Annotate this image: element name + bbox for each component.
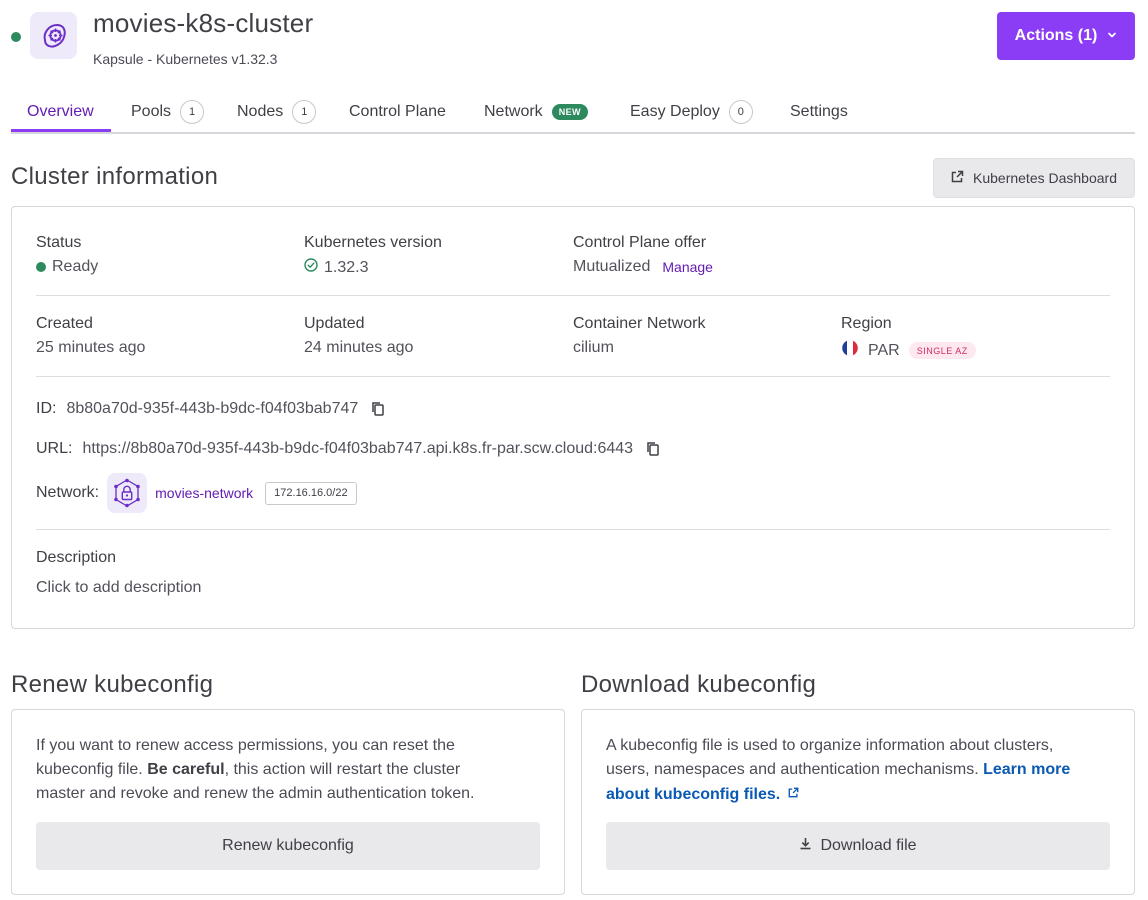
tab-easy-deploy[interactable]: Easy Deploy 0 bbox=[630, 92, 753, 132]
copy-icon[interactable] bbox=[371, 401, 385, 417]
control-plane-label: Control Plane offer bbox=[573, 234, 707, 251]
active-tab-indicator bbox=[11, 129, 111, 132]
download-kubeconfig-heading: Download kubeconfig bbox=[581, 671, 817, 698]
download-text-part: users, namespaces and authentication mec… bbox=[606, 761, 979, 778]
divider bbox=[36, 529, 1110, 530]
renew-description: If you want to renew access permissions,… bbox=[36, 734, 546, 806]
description-label: Description bbox=[36, 549, 117, 566]
copy-icon[interactable] bbox=[646, 441, 660, 457]
tab-label: Control Plane bbox=[349, 103, 446, 120]
count-badge: 1 bbox=[292, 100, 317, 124]
divider bbox=[36, 295, 1110, 296]
k8s-version-text: 1.32.3 bbox=[324, 258, 369, 276]
id-label: ID: bbox=[36, 400, 57, 417]
k8s-version-label: Kubernetes version bbox=[304, 234, 442, 251]
url-label: URL: bbox=[36, 440, 73, 457]
actions-button[interactable]: Actions (1) bbox=[997, 12, 1135, 60]
status-label: Status bbox=[36, 234, 82, 251]
container-network-value: cilium bbox=[573, 339, 614, 356]
be-careful-text: Be careful bbox=[147, 761, 225, 778]
cluster-status-dot bbox=[11, 32, 21, 42]
updated-label: Updated bbox=[304, 315, 365, 332]
kubeconfig-docs-link[interactable]: about kubeconfig files. bbox=[606, 786, 780, 803]
page-subtitle: Kapsule - Kubernetes v1.32.3 bbox=[93, 51, 278, 67]
tab-label: Pools bbox=[131, 103, 172, 120]
tab-overview[interactable]: Overview bbox=[27, 92, 94, 132]
created-value: 25 minutes ago bbox=[36, 339, 146, 356]
tab-label: Nodes bbox=[237, 103, 284, 120]
kubernetes-dashboard-button[interactable]: Kubernetes Dashboard bbox=[933, 158, 1135, 198]
renew-kubeconfig-button-label: Renew kubeconfig bbox=[222, 837, 354, 854]
region-label: Region bbox=[841, 315, 892, 332]
description-field[interactable]: Click to add description bbox=[36, 579, 201, 597]
divider bbox=[36, 376, 1110, 377]
download-icon bbox=[799, 837, 812, 855]
region-text: PAR bbox=[868, 341, 900, 359]
tab-network[interactable]: Network NEW bbox=[484, 92, 588, 132]
network-label: Network: bbox=[36, 484, 100, 501]
k8s-version-value: 1.32.3 bbox=[304, 258, 368, 277]
learn-more-link[interactable]: Learn more bbox=[983, 761, 1070, 778]
check-circle-icon bbox=[304, 258, 318, 277]
cluster-info-heading: Cluster information bbox=[11, 163, 219, 190]
renew-kubeconfig-heading: Renew kubeconfig bbox=[11, 671, 214, 698]
network-link[interactable]: movies-network bbox=[155, 485, 253, 501]
external-link-icon bbox=[788, 782, 799, 806]
single-az-badge: SINGLE AZ bbox=[908, 342, 976, 359]
tab-settings[interactable]: Settings bbox=[790, 92, 848, 132]
tab-bar: Overview Pools 1 Nodes 1 Control Plane N… bbox=[11, 92, 1135, 134]
renew-text-part: , this action will restart the cluster bbox=[224, 761, 461, 778]
cluster-url-value: https://8b80a70d-935f-443b-b9dc-f04f03ba… bbox=[82, 440, 634, 457]
network-cidr-badge: 172.16.16.0/22 bbox=[265, 481, 357, 505]
page-title: movies-k8s-cluster bbox=[93, 8, 314, 38]
kubernetes-dashboard-label: Kubernetes Dashboard bbox=[973, 170, 1117, 186]
renew-text-part: kubeconfig file. bbox=[36, 761, 143, 778]
download-text-line: users, namespaces and authentication mec… bbox=[606, 758, 1116, 782]
updated-value: 24 minutes ago bbox=[304, 339, 414, 356]
count-badge: 1 bbox=[180, 100, 205, 124]
status-text: Ready bbox=[52, 258, 99, 275]
renew-kubeconfig-button[interactable]: Renew kubeconfig bbox=[36, 822, 540, 870]
tab-label: Easy Deploy bbox=[630, 103, 720, 120]
download-text-line: A kubeconfig file is used to organize in… bbox=[606, 737, 1054, 754]
download-text-line: about kubeconfig files. bbox=[606, 782, 1116, 807]
chevron-down-icon bbox=[1107, 27, 1117, 45]
download-file-button[interactable]: Download file bbox=[606, 822, 1110, 870]
actions-button-label: Actions (1) bbox=[1014, 27, 1098, 44]
status-ready-dot bbox=[36, 262, 46, 272]
status-value: Ready bbox=[36, 258, 98, 276]
manage-link[interactable]: Manage bbox=[662, 259, 713, 275]
count-badge: 0 bbox=[728, 100, 753, 124]
cluster-network-row: Network: movies-network 172.16.16.0/22 bbox=[36, 473, 357, 513]
cluster-id-value: 8b80a70d-935f-443b-b9dc-f04f03bab747 bbox=[66, 400, 359, 417]
external-link-icon bbox=[951, 170, 964, 186]
tab-control-plane[interactable]: Control Plane bbox=[349, 92, 446, 132]
kubernetes-helm-icon bbox=[30, 12, 77, 59]
tab-pools[interactable]: Pools 1 bbox=[131, 92, 205, 132]
renew-text-line: master and revoke and renew the admin au… bbox=[36, 785, 475, 802]
download-file-button-label: Download file bbox=[820, 837, 917, 854]
renew-text-line: kubeconfig file. Be careful, this action… bbox=[36, 758, 546, 782]
new-badge: NEW bbox=[551, 104, 588, 120]
renew-text-line: If you want to renew access permissions,… bbox=[36, 737, 455, 754]
created-label: Created bbox=[36, 315, 93, 332]
private-network-icon bbox=[107, 473, 148, 513]
france-flag-icon bbox=[841, 339, 859, 362]
control-plane-value: Mutualized Manage bbox=[573, 258, 713, 276]
control-plane-text: Mutualized bbox=[573, 258, 651, 275]
tab-label: Settings bbox=[790, 103, 848, 120]
cluster-id-row: ID: 8b80a70d-935f-443b-b9dc-f04f03bab747 bbox=[36, 400, 385, 418]
cluster-url-row: URL: https://8b80a70d-935f-443b-b9dc-f04… bbox=[36, 440, 660, 458]
tab-label: Network bbox=[484, 103, 543, 120]
tab-label: Overview bbox=[27, 103, 94, 120]
tab-nodes[interactable]: Nodes 1 bbox=[237, 92, 317, 132]
container-network-label: Container Network bbox=[573, 315, 706, 332]
region-value: PAR SINGLE AZ bbox=[841, 339, 976, 362]
download-description: A kubeconfig file is used to organize in… bbox=[606, 734, 1116, 807]
